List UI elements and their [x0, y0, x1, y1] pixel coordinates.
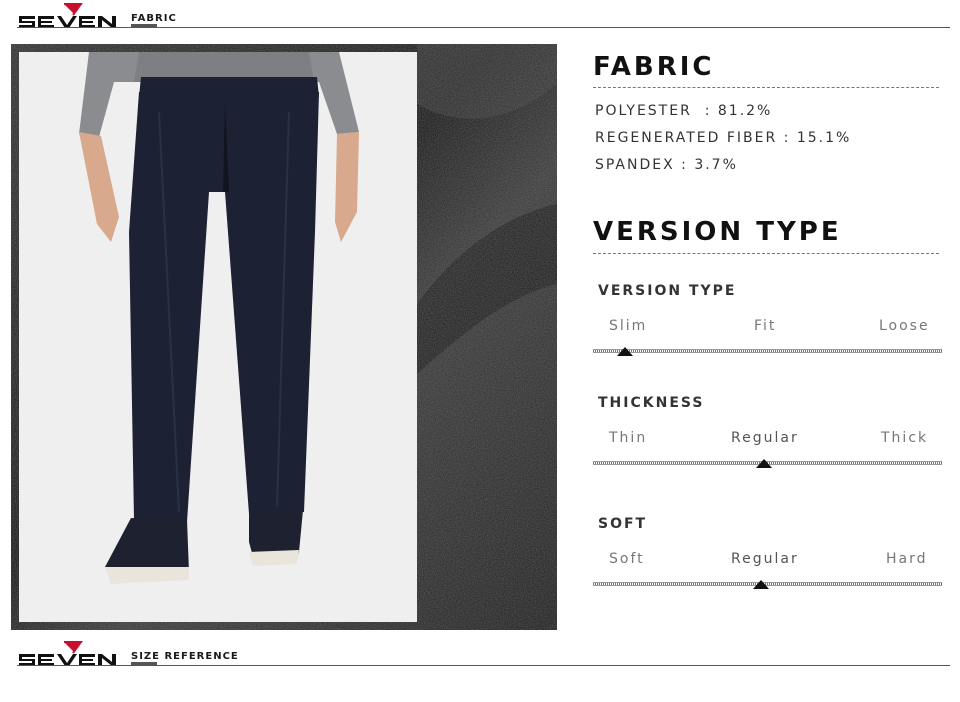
brand-logo: [19, 3, 116, 28]
thickness-option-thin: Thin: [609, 430, 648, 446]
trousers-model-image: [19, 52, 417, 622]
header-rule: [17, 27, 950, 28]
version-type-scale: [593, 349, 942, 353]
fabric-title-rule: [593, 87, 939, 88]
header-tag: SIZE REFERENCE: [131, 651, 239, 662]
top-header: FABRIC: [0, 0, 960, 40]
fabric-spec-polyester: POLYESTER : 81.2%: [595, 103, 773, 119]
fabric-spec-spandex: SPANDEX : 3.7%: [595, 157, 738, 173]
version-type-title-rule: [593, 253, 939, 254]
thickness-group-label: THICKNESS: [598, 395, 705, 411]
version-option-fit: Fit: [754, 318, 777, 334]
version-type-marker: [617, 347, 633, 356]
version-option-loose: Loose: [879, 318, 930, 334]
fabric-title: FABRIC: [593, 52, 715, 82]
bottom-header: SIZE REFERENCE: [0, 638, 960, 678]
fabric-spec-regenerated-fiber: REGENERATED FIBER : 15.1%: [595, 130, 852, 146]
soft-marker: [753, 580, 769, 589]
version-option-slim: Slim: [609, 318, 648, 334]
soft-option-hard: Hard: [886, 551, 928, 567]
header-rule: [17, 665, 950, 666]
version-type-group-label: VERSION TYPE: [598, 283, 737, 299]
header-tag: FABRIC: [131, 13, 177, 24]
model-photo: [19, 52, 417, 622]
thickness-option-thick: Thick: [881, 430, 929, 446]
soft-option-regular: Regular: [731, 551, 799, 567]
soft-option-soft: Soft: [609, 551, 645, 567]
product-photo-frame: [11, 44, 557, 630]
version-type-title: VERSION TYPE: [593, 217, 842, 247]
thickness-option-regular: Regular: [731, 430, 799, 446]
soft-group-label: SOFT: [598, 516, 648, 532]
thickness-marker: [756, 459, 772, 468]
brand-logo: [19, 641, 116, 666]
